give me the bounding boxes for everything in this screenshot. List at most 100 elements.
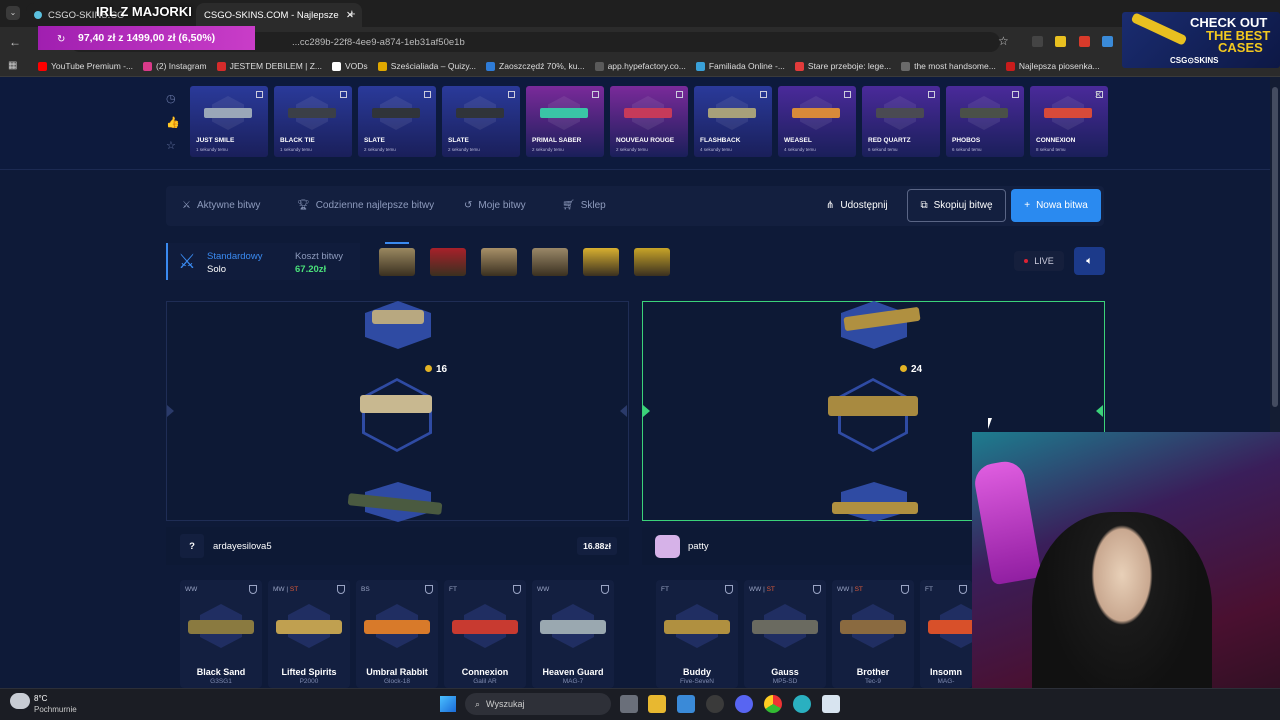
nav-my-battles[interactable]: ↺ Moje bitwy	[464, 200, 526, 211]
apps-icon[interactable]: ▦	[8, 60, 17, 71]
shield-icon[interactable]	[425, 585, 433, 594]
bookmark-favicon-icon	[695, 61, 705, 71]
new-tab-button[interactable]: +	[348, 6, 356, 21]
drop-checkbox-icon[interactable]	[844, 91, 851, 98]
new-battle-button[interactable]: + Nowa bitwa	[1011, 189, 1101, 222]
won-item-card[interactable]: FT Buddy Five-SeveN	[656, 580, 738, 688]
share-button[interactable]: ⋔ Udostępnij	[826, 200, 888, 211]
bookmark-item[interactable]: VODs	[332, 61, 368, 71]
browser-icon[interactable]	[793, 695, 811, 713]
case-icon[interactable]	[583, 248, 619, 276]
drop-checkbox-icon[interactable]	[928, 91, 935, 98]
plus-icon: +	[1024, 200, 1031, 211]
obs-icon[interactable]	[706, 695, 724, 713]
bookmark-item[interactable]: Stare przeboje: lege...	[794, 61, 891, 71]
player-1-name[interactable]: ardayesilova5	[213, 541, 272, 552]
extension-icon-4[interactable]	[1102, 36, 1113, 47]
sound-toggle-button[interactable]: 🔈︎	[1074, 247, 1105, 275]
bookmark-item[interactable]: Zaoszczędź 70%, ku...	[486, 61, 585, 71]
case-icon[interactable]	[379, 248, 415, 276]
recent-drop-card[interactable]: NOUVEAU ROUGE 2 sekundy temu	[610, 86, 688, 157]
nav-daily-best[interactable]: 🏆︎ Codzienne najlepsze bitwy	[297, 200, 434, 211]
won-item-card[interactable]: FT Insomn MAG-	[920, 580, 972, 688]
won-item-card[interactable]: WW Heaven Guard MAG-7	[532, 580, 614, 688]
bookmark-item[interactable]: (2) Instagram	[143, 61, 207, 71]
case-icon[interactable]	[532, 248, 568, 276]
item-wear: WW | ST	[749, 586, 775, 593]
star-icon[interactable]: ☆	[166, 139, 176, 152]
recent-drop-card[interactable]: JUST SMILE 1 sekundy temu	[190, 86, 268, 157]
won-item-card[interactable]: WW | ST Brother Tec-9	[832, 580, 914, 688]
nav-active-battles[interactable]: ⚔ Aktywne bitwy	[182, 200, 260, 211]
bookmark-item[interactable]: Familiada Online -...	[695, 61, 785, 71]
right-arrow-indicator-2	[1096, 405, 1103, 417]
spin-value-2-text: 24	[911, 364, 923, 375]
app-icon[interactable]	[822, 695, 840, 713]
drop-checkbox-icon[interactable]	[508, 91, 515, 98]
bookmark-item[interactable]: YouTube Premium -...	[38, 61, 133, 71]
close-drops-icon[interactable]: ✕	[1094, 90, 1102, 101]
tab-list-icon[interactable]: ⌄	[6, 6, 20, 20]
shield-icon[interactable]	[249, 585, 257, 594]
extension-icon-3[interactable]	[1079, 36, 1090, 47]
refresh-icon[interactable]: ↻	[57, 34, 65, 45]
extension-icon-1[interactable]	[1032, 36, 1043, 47]
recent-drop-card[interactable]: RED QUARTZ 6 sekund temu	[862, 86, 940, 157]
recent-drop-card[interactable]: BLACK TIE 1 sekundy temu	[274, 86, 352, 157]
thumbs-up-icon[interactable]: 👍	[166, 116, 180, 129]
recent-drop-card[interactable]: PRIMAL SABER 2 sekundy temu	[526, 86, 604, 157]
chrome-icon[interactable]	[764, 695, 782, 713]
drop-checkbox-icon[interactable]	[760, 91, 767, 98]
back-icon[interactable]: ←	[9, 35, 21, 49]
bookmark-item[interactable]: app.hypefactory.co...	[594, 61, 686, 71]
drop-checkbox-icon[interactable]	[676, 91, 683, 98]
clock-icon[interactable]: ◷	[166, 92, 176, 105]
discord-icon[interactable]	[735, 695, 753, 713]
bookmark-item[interactable]: Sześcialiada – Quizy...	[377, 61, 476, 71]
recent-drop-card[interactable]: WEASEL 4 sekundy temu	[778, 86, 856, 157]
taskbar-search[interactable]: ⌕ Wyszukaj	[465, 693, 611, 715]
shield-icon[interactable]	[601, 585, 609, 594]
bookmark-star-icon[interactable]: ☆	[998, 34, 1009, 48]
shield-icon[interactable]	[337, 585, 345, 594]
task-view-icon[interactable]	[620, 695, 638, 713]
drop-checkbox-icon[interactable]	[256, 91, 263, 98]
case-icon[interactable]	[481, 248, 517, 276]
won-item-card[interactable]: WW Black Sand G3SG1	[180, 580, 262, 688]
drop-time: 6 sekund temu	[952, 147, 982, 152]
won-item-card[interactable]: BS Umbral Rabbit Glock-18	[356, 580, 438, 688]
shield-icon[interactable]	[813, 585, 821, 594]
case-icon[interactable]	[634, 248, 670, 276]
bookmark-item[interactable]: JESTEM DEBILEM | Z...	[216, 61, 322, 71]
bookmark-item[interactable]: Najlepsza piosenka...	[1005, 61, 1100, 71]
won-item-card[interactable]: WW | ST Gauss MP5-SD	[744, 580, 826, 688]
tab-2[interactable]: CSGO-SKINS.COM - Najlepsze ✕	[196, 3, 362, 27]
shield-icon[interactable]	[725, 585, 733, 594]
drop-checkbox-icon[interactable]	[1012, 91, 1019, 98]
won-item-card[interactable]: FT Connexion Galil AR	[444, 580, 526, 688]
drop-checkbox-icon[interactable]	[424, 91, 431, 98]
nav-shop[interactable]: 🛒︎ Sklep	[562, 200, 606, 211]
extension-icon-2[interactable]	[1055, 36, 1066, 47]
drop-checkbox-icon[interactable]	[340, 91, 347, 98]
drop-checkbox-icon[interactable]	[592, 91, 599, 98]
weather-icon[interactable]	[10, 693, 30, 709]
shield-icon[interactable]	[901, 585, 909, 594]
recent-drop-card[interactable]: PHOBOS 6 sekund temu	[946, 86, 1024, 157]
store-icon[interactable]	[677, 695, 695, 713]
won-item-card[interactable]: MW | ST Lifted Spirits P2000	[268, 580, 350, 688]
case-icon[interactable]	[430, 248, 466, 276]
recent-drop-card[interactable]: SLATE 2 sekundy temu	[442, 86, 520, 157]
bookmark-item[interactable]: the most handsome...	[901, 61, 996, 71]
shield-icon[interactable]	[513, 585, 521, 594]
shield-icon[interactable]	[959, 585, 967, 594]
share-label: Udostępnij	[840, 200, 888, 211]
ad-banner[interactable]: CHECK OUT THE BEST CASES CSG⊙SKINS	[1122, 12, 1280, 68]
copy-battle-button[interactable]: ⧉ Skopiuj bitwę	[907, 189, 1006, 222]
file-explorer-icon[interactable]	[648, 695, 666, 713]
player-2-name[interactable]: patty	[688, 541, 709, 552]
recent-drop-card[interactable]: FLASHBACK 4 sekundy temu	[694, 86, 772, 157]
start-icon[interactable]	[440, 696, 456, 712]
recent-drop-card[interactable]: SLATE 2 sekundy temu	[358, 86, 436, 157]
case-selected-indicator	[385, 242, 409, 244]
